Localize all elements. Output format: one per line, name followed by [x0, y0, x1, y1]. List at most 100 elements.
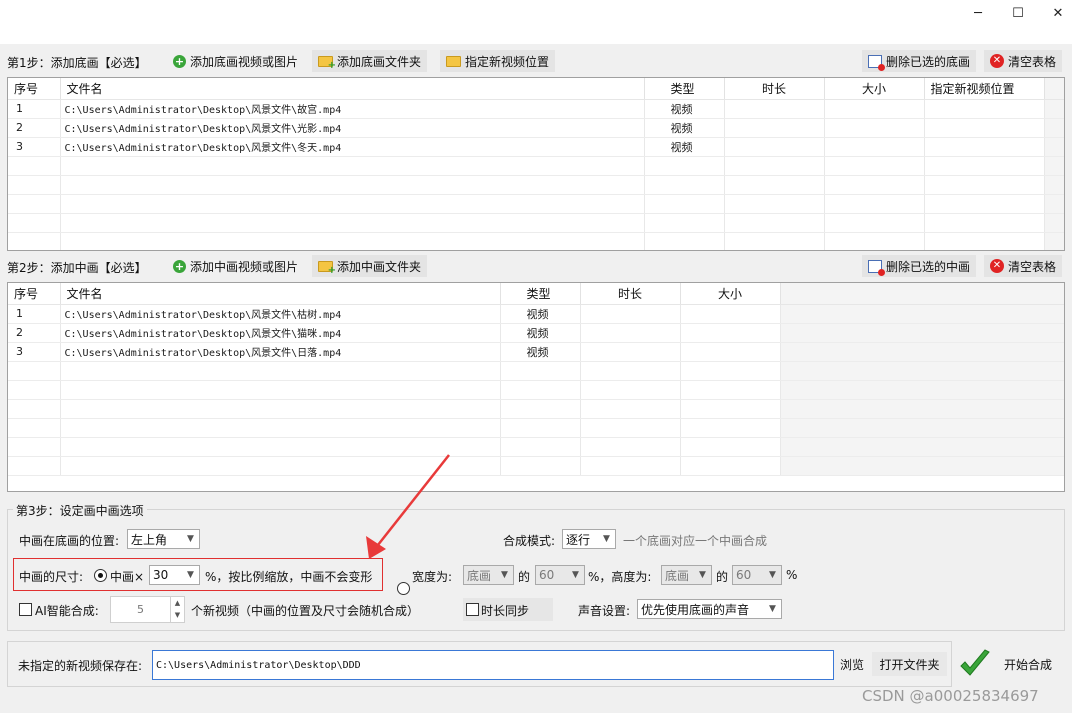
- column-header[interactable]: 类型: [500, 283, 581, 305]
- size-label: 中画的尺寸:: [19, 570, 84, 584]
- width-radio[interactable]: [397, 582, 410, 595]
- scale-select[interactable]: 30 ▼: [149, 565, 200, 585]
- ai-checkbox[interactable]: [19, 603, 32, 616]
- add-overlay-video-button[interactable]: + 添加中画视频或图片: [167, 255, 304, 277]
- table-header-row: 序号 文件名 类型 时长 大小: [8, 283, 1064, 305]
- column-header[interactable]: 时长: [580, 283, 681, 305]
- ai-count-spinner[interactable]: 5 ▲ ▼: [110, 596, 185, 623]
- add-bottom-video-button[interactable]: + 添加底画视频或图片: [167, 50, 304, 72]
- row-duration: [724, 118, 825, 138]
- add-overlay-folder-button[interactable]: 添加中画文件夹: [312, 255, 428, 277]
- chevron-down-icon: ▼: [769, 604, 776, 614]
- width-suffix: %，高度为:: [588, 570, 652, 584]
- spinner-arrows[interactable]: ▲ ▼: [170, 597, 184, 622]
- sound-select[interactable]: 优先使用底画的声音 ▼: [637, 599, 782, 619]
- open-folder-button[interactable]: 打开文件夹: [872, 652, 947, 676]
- empty-row: [8, 361, 1064, 381]
- row-location: [924, 118, 1045, 138]
- table-row[interactable]: 1 C:\Users\Administrator\Desktop\风景文件\枯树…: [8, 304, 1064, 324]
- row-type: 视频: [644, 137, 725, 157]
- empty-row: [8, 399, 1064, 419]
- column-header[interactable]: 时长: [724, 78, 825, 100]
- height-of-label: 的: [716, 570, 729, 584]
- column-header[interactable]: 序号: [8, 78, 61, 100]
- row-number: 2: [8, 118, 61, 138]
- row-path: C:\Users\Administrator\Desktop\风景文件\光影.m…: [60, 118, 645, 138]
- duration-sync-label: 时长同步: [481, 604, 530, 618]
- browse-button[interactable]: 浏览: [837, 652, 867, 676]
- column-header[interactable]: 文件名: [60, 283, 501, 305]
- chevron-down-icon: ▼: [699, 570, 706, 580]
- row-duration: [580, 304, 681, 324]
- ai-label: AI智能合成:: [35, 604, 99, 618]
- overlay-video-table[interactable]: 序号 文件名 类型 时长 大小 1 C:\Users\Administrator…: [7, 282, 1065, 492]
- start-button[interactable]: 开始合成: [954, 638, 1064, 690]
- column-header[interactable]: 大小: [824, 78, 925, 100]
- width-radio-label: 宽度为:: [412, 570, 453, 584]
- duration-sync-checkbox[interactable]: [466, 603, 479, 616]
- watermark-text: CSDN @a00025834697: [862, 687, 1039, 705]
- height-ref-select[interactable]: 底画 ▼: [661, 565, 712, 585]
- position-select[interactable]: 左上角 ▼: [127, 529, 200, 549]
- close-button[interactable]: ✕: [1038, 0, 1072, 26]
- column-header[interactable]: 指定新视频位置: [924, 78, 1045, 100]
- empty-row: [8, 232, 1064, 250]
- mode-select[interactable]: 逐行 ▼: [562, 529, 616, 549]
- row-duration: [724, 99, 825, 119]
- output-path-input[interactable]: C:\Users\Administrator\Desktop\DDD: [152, 650, 834, 680]
- column-header[interactable]: 序号: [8, 283, 61, 305]
- row-filler: [1043, 118, 1064, 138]
- position-label: 中画在底画的位置:: [19, 534, 120, 548]
- empty-row: [8, 437, 1064, 457]
- add-bottom-video-label: 添加底画视频或图片: [190, 54, 299, 69]
- empty-row: [8, 213, 1064, 233]
- height-percent-select[interactable]: 60 ▼: [732, 565, 782, 585]
- table-row[interactable]: 2 C:\Users\Administrator\Desktop\风景文件\光影…: [8, 118, 1064, 138]
- row-size: [680, 342, 781, 362]
- chevron-down-icon: ▼: [501, 570, 508, 580]
- clear-icon: ✕: [990, 259, 1004, 273]
- row-number: 3: [8, 137, 61, 157]
- header-filler: [1043, 78, 1064, 100]
- row-number: 2: [8, 323, 61, 343]
- height-percent-value: 60: [736, 568, 752, 582]
- table-row[interactable]: 2 C:\Users\Administrator\Desktop\风景文件\猫咪…: [8, 323, 1064, 343]
- width-percent-select[interactable]: 60 ▼: [535, 565, 585, 585]
- clear-bottom-label: 清空表格: [1008, 54, 1057, 69]
- add-circle-icon: +: [173, 54, 186, 68]
- delete-overlay-button[interactable]: 删除已选的中画: [862, 255, 977, 277]
- column-header[interactable]: 大小: [680, 283, 781, 305]
- chevron-down-icon: ▼: [603, 534, 610, 544]
- chevron-up-icon[interactable]: ▲: [171, 597, 184, 609]
- bottom-video-table[interactable]: 序号 文件名 类型 时长 大小 指定新视频位置 1 C:\Users\Admin…: [7, 77, 1065, 251]
- delete-bottom-button[interactable]: 删除已选的底画: [862, 50, 977, 72]
- table-row[interactable]: 3 C:\Users\Administrator\Desktop\风景文件\日落…: [8, 342, 1064, 362]
- clear-bottom-button[interactable]: ✕ 清空表格: [984, 50, 1063, 72]
- add-bottom-folder-button[interactable]: 添加底画文件夹: [312, 50, 428, 72]
- set-location-button[interactable]: 指定新视频位置: [440, 50, 556, 72]
- chevron-down-icon[interactable]: ▼: [171, 609, 184, 621]
- clear-overlay-button[interactable]: ✕ 清空表格: [984, 255, 1063, 277]
- maximize-button[interactable]: ☐: [998, 0, 1038, 26]
- row-duration: [580, 342, 681, 362]
- table-row[interactable]: 1 C:\Users\Administrator\Desktop\风景文件\故宫…: [8, 99, 1064, 119]
- empty-row: [8, 456, 1064, 476]
- width-of-label: 的: [518, 570, 531, 584]
- width-ref-select[interactable]: 底画 ▼: [463, 565, 514, 585]
- row-size: [680, 323, 781, 343]
- scale-radio[interactable]: [94, 569, 107, 582]
- table-header-row: 序号 文件名 类型 时长 大小 指定新视频位置: [8, 78, 1064, 100]
- output-label: 未指定的新视频保存在:: [18, 659, 143, 673]
- minimize-button[interactable]: ─: [958, 0, 998, 26]
- row-number: 1: [8, 304, 61, 324]
- position-value: 左上角: [131, 532, 168, 547]
- table-row[interactable]: 3 C:\Users\Administrator\Desktop\风景文件\冬天…: [8, 137, 1064, 157]
- row-type: 视频: [500, 342, 581, 362]
- height-suffix: %: [786, 568, 798, 582]
- add-circle-icon: +: [173, 259, 186, 273]
- delete-overlay-label: 删除已选的中画: [886, 259, 971, 274]
- column-header[interactable]: 文件名: [60, 78, 645, 100]
- column-header[interactable]: 类型: [644, 78, 725, 100]
- ai-count-value: 5: [137, 603, 144, 616]
- row-filler: [779, 342, 1064, 362]
